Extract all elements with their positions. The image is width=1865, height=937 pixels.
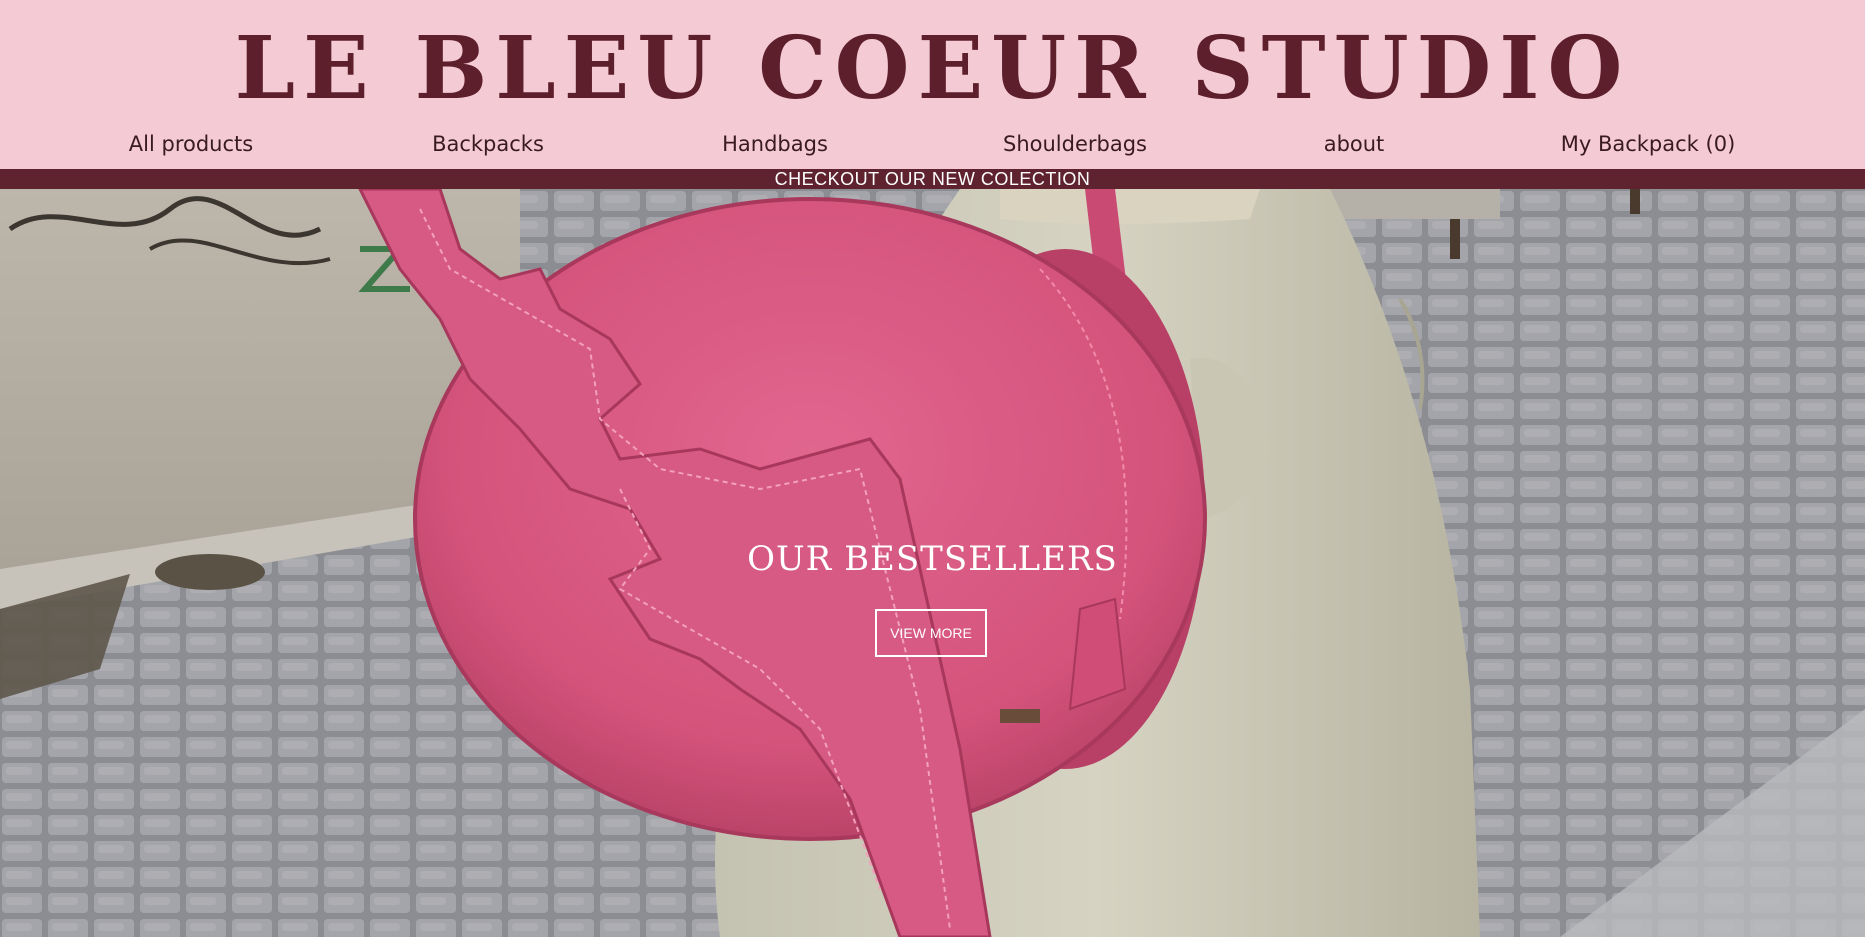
cart-link[interactable]: My Backpack (0) (1561, 132, 1736, 156)
site-header: LE BLEU COEUR STUDIO All products Backpa… (0, 0, 1865, 169)
hero-banner: OUR BESTSELLERS VIEW MORE (0, 189, 1865, 937)
nav-about[interactable]: about (1324, 132, 1385, 156)
nav-shoulderbags[interactable]: Shoulderbags (1003, 132, 1147, 156)
nav-backpacks[interactable]: Backpacks (432, 132, 544, 156)
nav-handbags[interactable]: Handbags (722, 132, 828, 156)
brand-logo[interactable]: LE BLEU COEUR STUDIO (0, 14, 1865, 124)
nav-all-products[interactable]: All products (129, 132, 253, 156)
announcement-bar[interactable]: CHECKOUT OUR NEW COLECTION (0, 169, 1865, 189)
hero-title: OUR BESTSELLERS (747, 539, 1118, 579)
view-more-button[interactable]: VIEW MORE (875, 609, 987, 657)
main-nav: All products Backpacks Handbags Shoulder… (0, 132, 1865, 166)
